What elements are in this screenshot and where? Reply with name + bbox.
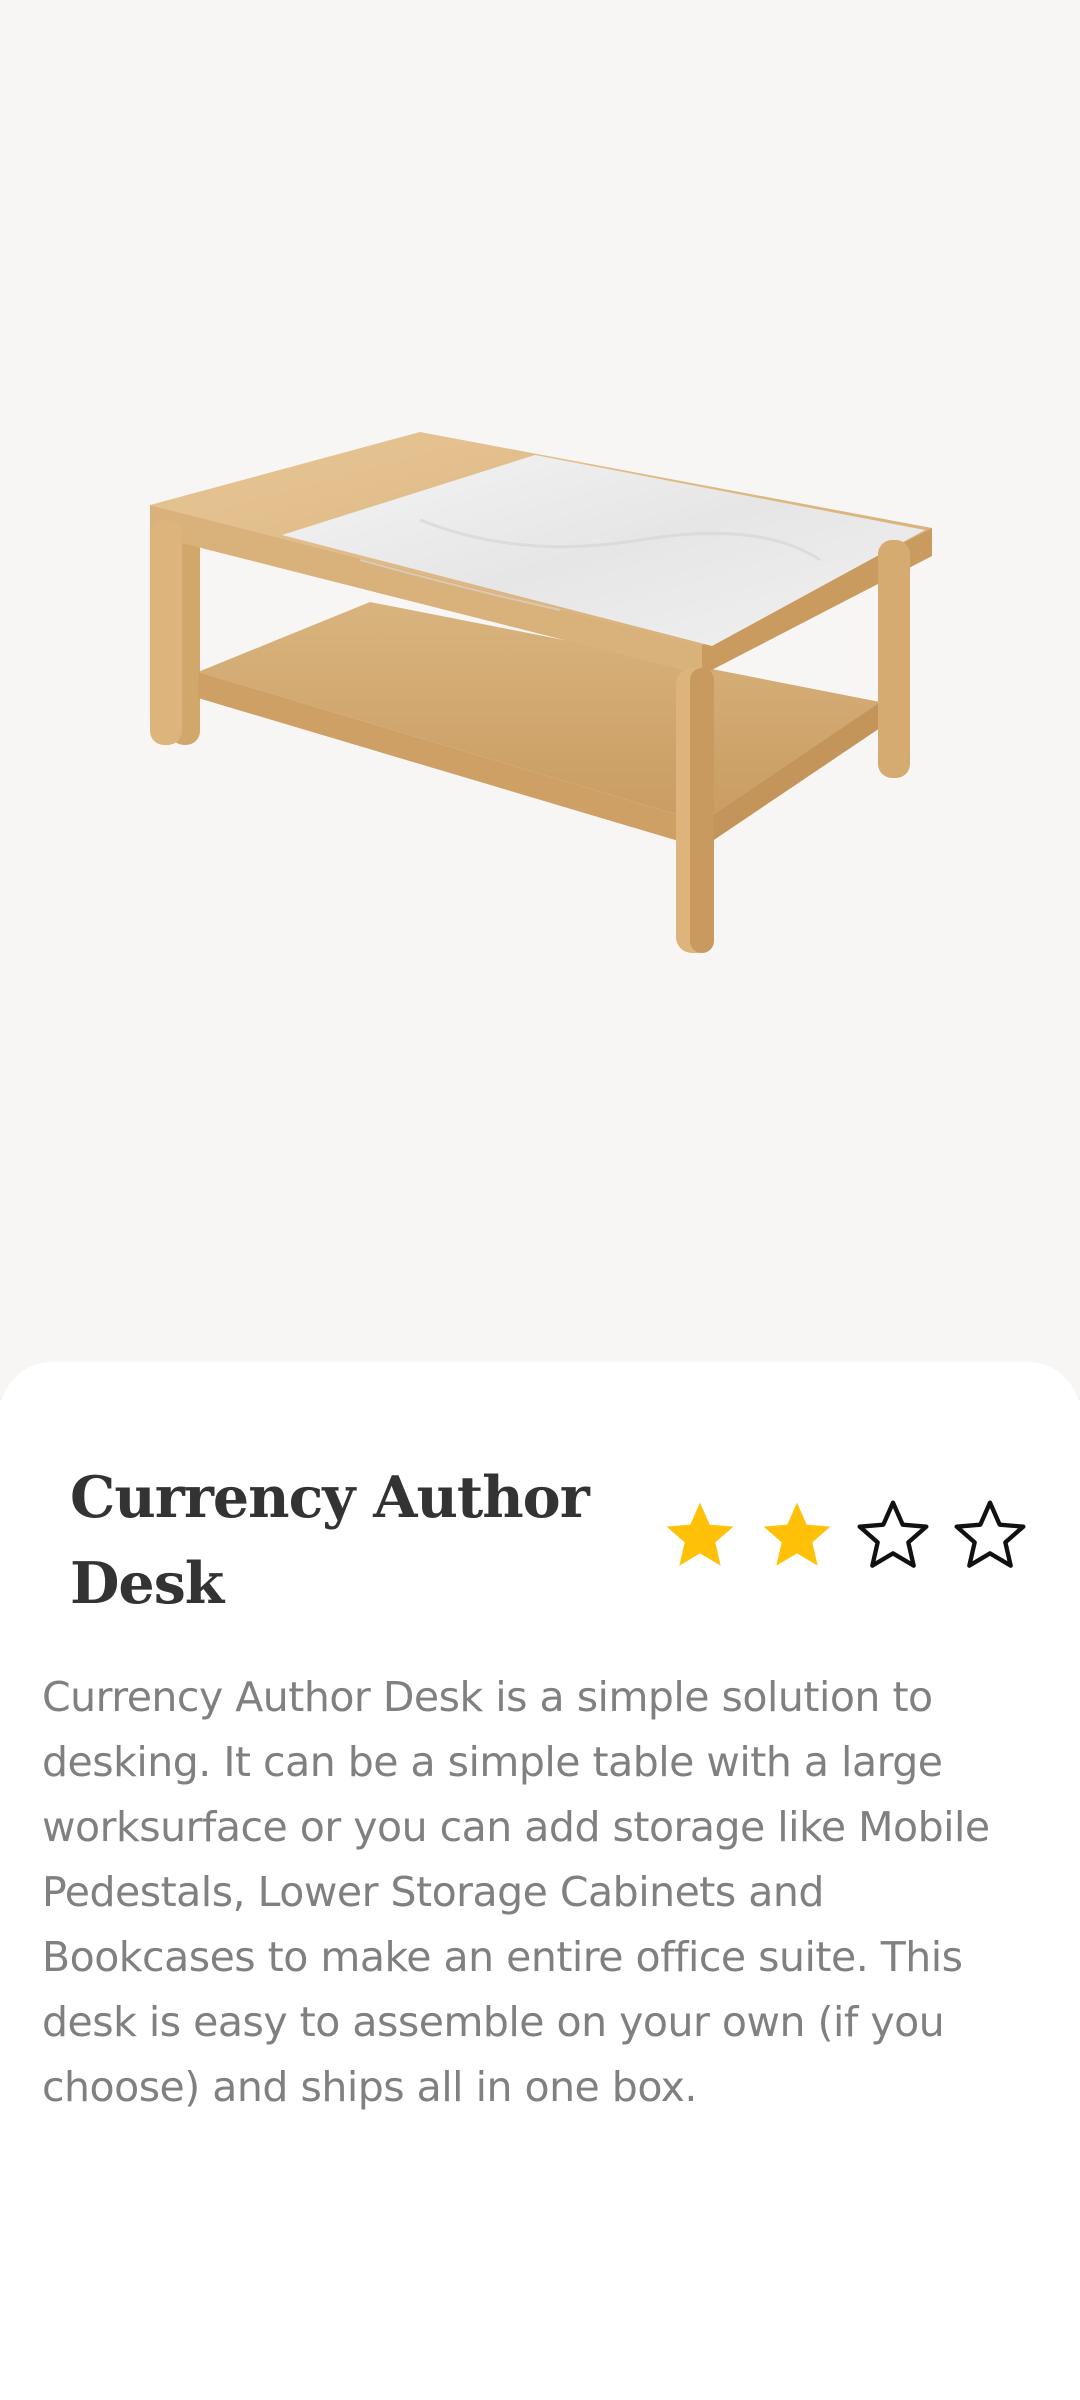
star-rating[interactable] — [660, 1495, 1030, 1575]
star-filled-icon[interactable] — [757, 1495, 837, 1575]
star-filled-icon[interactable] — [660, 1495, 740, 1575]
product-image-area — [0, 0, 1080, 1400]
star-outline-icon[interactable] — [853, 1495, 933, 1575]
product-description: Currency Author Desk is a simple solutio… — [42, 1673, 990, 2111]
product-detail-screen: Currency Author Desk Currency Author Des… — [0, 0, 1080, 2400]
product-title: Currency Author Desk — [70, 1464, 590, 1617]
coffee-table-image — [150, 432, 932, 953]
star-outline-icon[interactable] — [950, 1495, 1030, 1575]
